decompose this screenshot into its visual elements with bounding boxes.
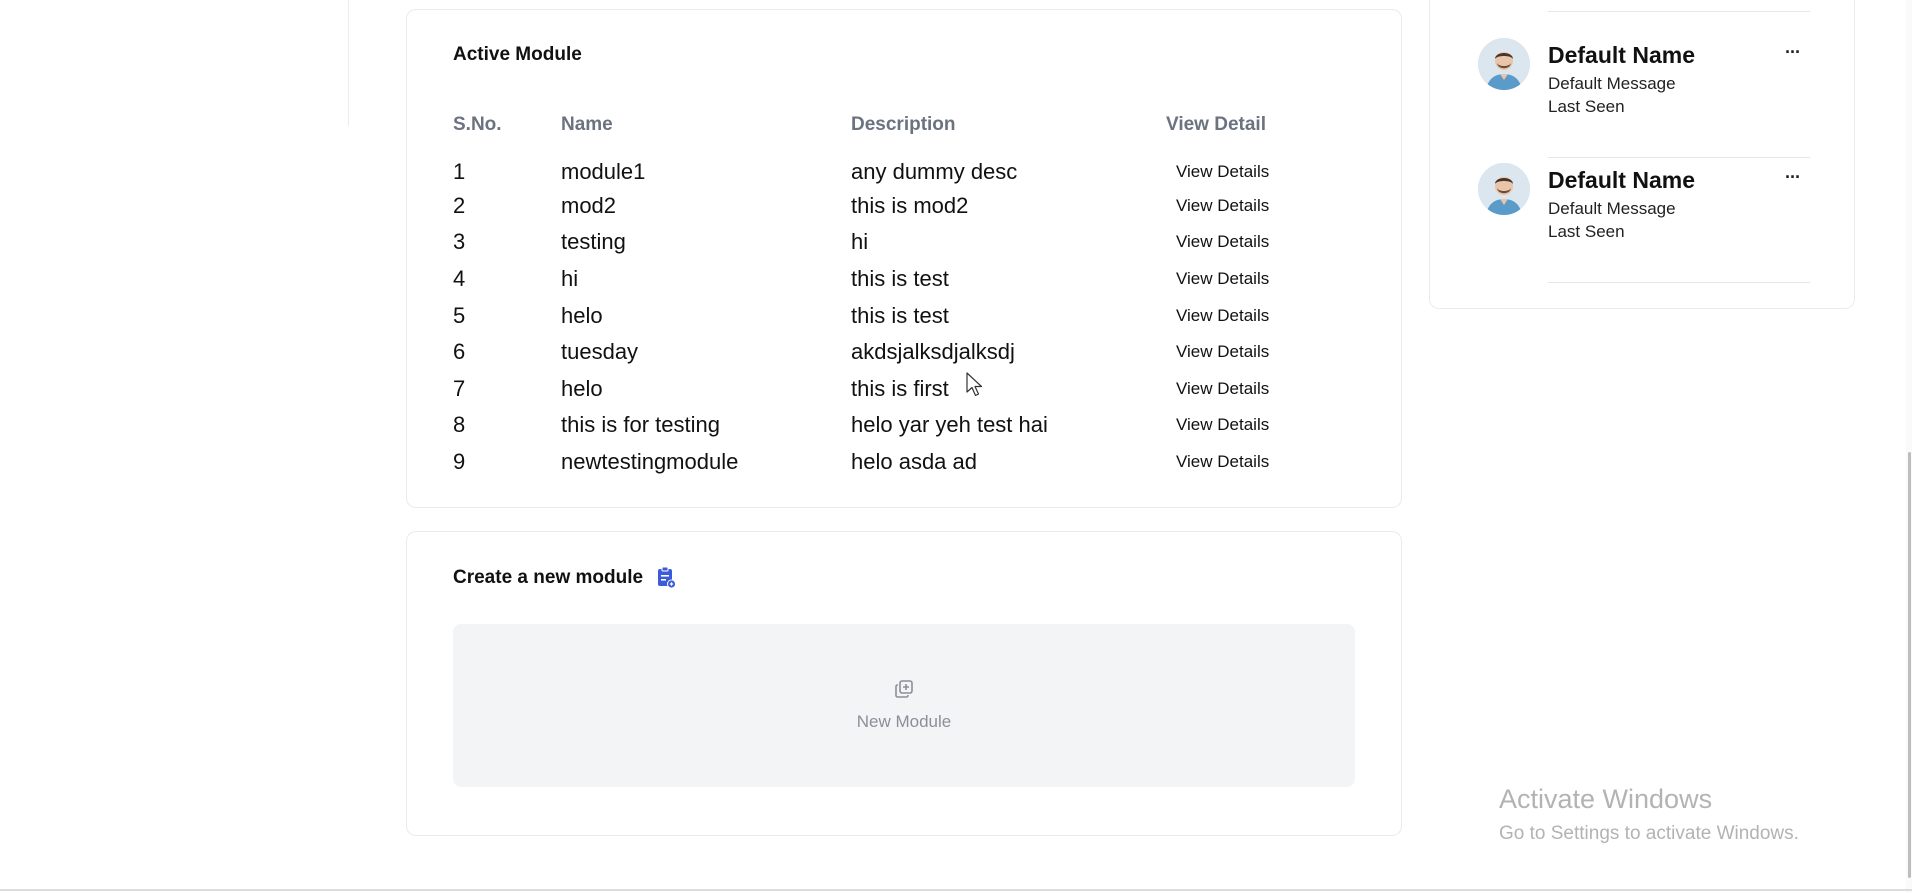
activate-windows-watermark: Activate Windows Go to Settings to activ… — [1499, 784, 1799, 845]
view-details-link[interactable]: View Details — [1166, 151, 1286, 188]
view-details-link[interactable]: View Details — [1166, 224, 1286, 261]
clipboard-add-icon[interactable] — [655, 566, 677, 590]
view-details-link[interactable]: View Details — [1166, 444, 1286, 481]
view-details-link[interactable]: View Details — [1166, 334, 1286, 371]
cell-description: this is mod2 — [851, 192, 969, 218]
new-module-button[interactable]: New Module — [453, 624, 1355, 787]
cell-name: helo — [561, 375, 603, 401]
bottom-border — [0, 889, 1912, 891]
divider — [1548, 282, 1810, 283]
cell-description: any dummy desc — [851, 159, 1018, 185]
contact-item[interactable]: Default Name Default Message Last Seen ·… — [1478, 163, 1810, 283]
cell-description: helo asda ad — [851, 449, 977, 475]
cell-sno: 4 — [453, 266, 466, 292]
contact-item[interactable]: Default Name Default Message Last Seen ·… — [1478, 38, 1810, 158]
avatar — [1478, 38, 1530, 90]
mouse-cursor-icon — [966, 372, 984, 398]
cell-description: this is first — [851, 375, 949, 401]
table-row: 6 tuesday akdsjalksdjalksdj View Details — [453, 334, 1286, 371]
cell-sno: 6 — [453, 339, 466, 365]
table-row: 3 testing hi View Details — [453, 224, 1286, 261]
cell-name: module1 — [561, 159, 646, 185]
table-row: 5 helo this is test View Details — [453, 297, 1286, 334]
watermark-title: Activate Windows — [1499, 784, 1713, 814]
contacts-panel: Default Name Default Message Last Seen ·… — [1429, 0, 1855, 309]
view-details-link[interactable]: View Details — [1166, 371, 1286, 408]
view-details-link[interactable]: View Details — [1166, 188, 1286, 225]
column-header-sno: S.No. — [453, 114, 502, 135]
cell-name: newtestingmodule — [561, 449, 739, 475]
copy-add-icon — [894, 679, 914, 704]
divider — [1548, 157, 1810, 158]
watermark-subtitle: Go to Settings to activate Windows. — [1499, 823, 1799, 844]
active-module-card: Active Module S.No. Name Description Vie… — [406, 9, 1402, 508]
avatar — [1478, 163, 1530, 215]
sidebar-divider — [348, 0, 349, 126]
cell-sno: 1 — [453, 159, 466, 185]
table-row: 4 hi this is test View Details — [453, 261, 1286, 298]
cell-sno: 7 — [453, 375, 466, 401]
contact-message: Default Message — [1548, 199, 1676, 218]
cell-description: helo yar yeh test hai — [851, 412, 1048, 438]
more-options-icon[interactable]: ··· — [1785, 167, 1801, 188]
contact-status: Last Seen — [1548, 222, 1625, 241]
view-details-link[interactable]: View Details — [1166, 261, 1286, 298]
cell-name: mod2 — [561, 192, 617, 218]
modules-table: S.No. Name Description View Detail 1 mod… — [453, 101, 1286, 480]
cell-sno: 5 — [453, 302, 466, 328]
cell-description: this is test — [851, 302, 949, 328]
table-row: 2 mod2 this is mod2 View Details — [453, 188, 1286, 225]
cell-name: testing — [561, 229, 626, 255]
cell-name: this is for testing — [561, 412, 720, 438]
more-options-icon[interactable]: ··· — [1785, 42, 1801, 63]
contact-name: Default Name — [1548, 42, 1695, 68]
active-module-title: Active Module — [453, 44, 582, 65]
table-row: 1 module1 any dummy desc View Details — [453, 151, 1286, 188]
cell-name: hi — [561, 266, 579, 292]
table-row: 8 this is for testing helo yar yeh test … — [453, 407, 1286, 444]
scrollbar-thumb[interactable] — [1908, 452, 1911, 878]
contact-name: Default Name — [1548, 167, 1695, 193]
new-module-label: New Module — [856, 712, 952, 731]
divider — [1548, 11, 1810, 12]
create-module-title: Create a new module — [453, 567, 644, 588]
cell-name: tuesday — [561, 339, 639, 365]
view-details-link[interactable]: View Details — [1166, 407, 1286, 444]
cell-description: this is test — [851, 266, 949, 292]
table-header-row: S.No. Name Description View Detail — [453, 101, 1286, 151]
cell-sno: 9 — [453, 449, 466, 475]
scrollbar[interactable] — [1906, 0, 1912, 893]
cell-sno: 3 — [453, 229, 466, 255]
cell-sno: 8 — [453, 412, 466, 438]
cell-description: akdsjalksdjalksdj — [851, 339, 1015, 365]
cell-name: helo — [561, 302, 603, 328]
cell-sno: 2 — [453, 192, 466, 218]
contact-status: Last Seen — [1548, 97, 1625, 116]
create-module-heading: Create a new module — [453, 566, 677, 590]
column-header-description: Description — [851, 114, 956, 135]
table-row: 7 helo this is first View Details — [453, 371, 1286, 408]
contact-message: Default Message — [1548, 74, 1676, 93]
table-row: 9 newtestingmodule helo asda ad View Det… — [453, 444, 1286, 481]
view-details-link[interactable]: View Details — [1166, 297, 1286, 334]
column-header-view-detail: View Detail — [1166, 114, 1266, 135]
column-header-name: Name — [561, 114, 613, 135]
cell-description: hi — [851, 229, 869, 255]
create-module-card: Create a new module New Module — [406, 531, 1402, 836]
